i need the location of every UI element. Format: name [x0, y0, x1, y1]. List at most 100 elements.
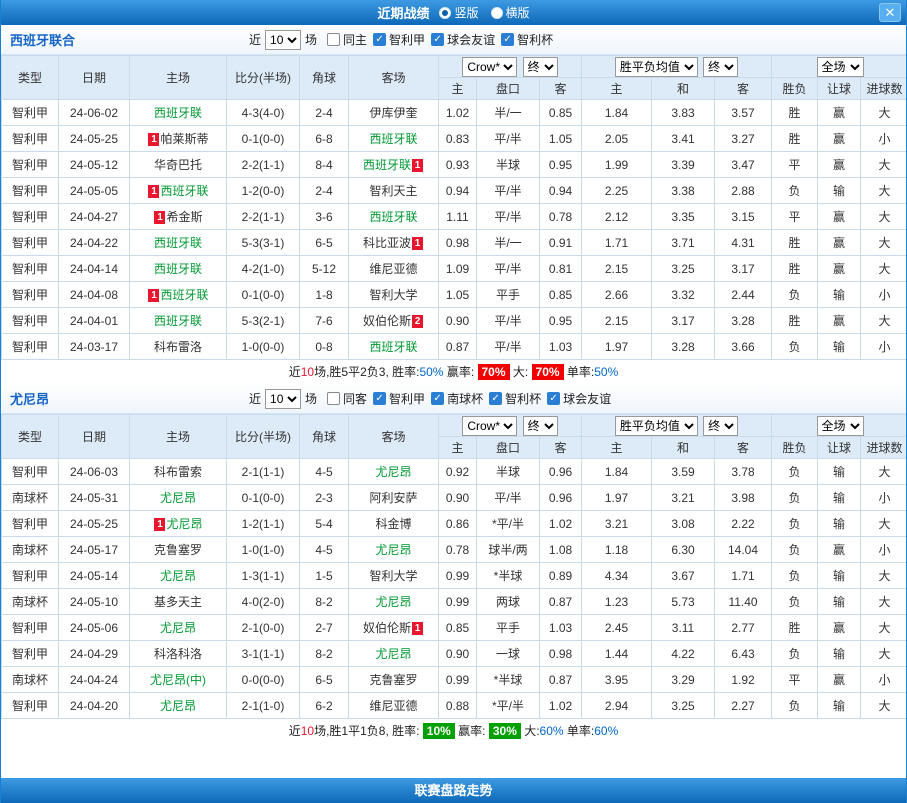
summary-line: 近10场,胜5平2负3, 胜率:50% 赢率: 70% 大: 70% 单率:50… [1, 360, 906, 384]
bookmaker-select[interactable]: Crow* [462, 57, 517, 77]
scope-select[interactable]: 全场 [817, 416, 864, 436]
team-name: 尤尼昂 [160, 621, 196, 635]
goals-result-label: 小 [861, 667, 907, 693]
radio-unselected-icon[interactable] [491, 7, 503, 19]
checkbox-checked-icon[interactable]: ✓ [373, 33, 386, 46]
filter-label: 球会友谊 [563, 390, 611, 407]
team-name: 西班牙联 [369, 340, 417, 354]
radio-vertical-layout[interactable]: 竖版 [439, 4, 478, 21]
filter-checkbox[interactable]: ✓智利杯 [501, 31, 553, 48]
league-badge: 智利甲 [2, 334, 59, 360]
odds-average-select[interactable]: 胜平负均值 [615, 57, 698, 77]
league-badge: 智利甲 [2, 100, 59, 126]
win-odds: 1.97 [582, 485, 652, 511]
filter-label: 智利杯 [517, 31, 553, 48]
goals-result-label: 小 [861, 537, 907, 563]
home-team-cell: 1帕莱斯蒂 [130, 126, 227, 152]
result-label: 负 [772, 485, 818, 511]
filter-label: 南球杯 [447, 390, 483, 407]
ah-line: 平/半 [477, 334, 540, 360]
away-team-cell: 西班牙联 [349, 204, 439, 230]
score-cell: 4-3(4-0) [227, 100, 300, 126]
score-cell: 2-1(0-0) [227, 615, 300, 641]
score-cell: 1-3(1-1) [227, 563, 300, 589]
handicap-result-label: 赢 [818, 204, 861, 230]
checkbox-checked-icon[interactable]: ✓ [501, 33, 514, 46]
win-odds: 1.23 [582, 589, 652, 615]
lose-odds: 2.22 [715, 511, 772, 537]
summary-segment: 近 [289, 724, 301, 738]
1x2-time-select[interactable]: 终 [703, 57, 738, 77]
lose-odds: 3.66 [715, 334, 772, 360]
col-op-draw: 和 [652, 437, 715, 459]
col-type: 类型 [2, 56, 59, 100]
filter-checkbox[interactable]: ✓智利杯 [489, 390, 541, 407]
ah-home-odds: 0.94 [439, 178, 477, 204]
ah-line: 半/一 [477, 100, 540, 126]
league-handicap-trend-bar[interactable]: 联赛盘路走势 [1, 778, 906, 803]
summary-segment: 场,胜1平1负8, 胜率: [314, 724, 423, 738]
lose-odds: 2.44 [715, 282, 772, 308]
recent-count-select[interactable]: 10 [265, 389, 301, 409]
radio-horizontal-layout[interactable]: 横版 [491, 4, 530, 21]
ah-away-odds: 0.96 [540, 485, 582, 511]
handicap-time-select[interactable]: 终 [523, 416, 558, 436]
odds-average-select[interactable]: 胜平负均值 [615, 416, 698, 436]
corner-cell: 6-5 [300, 667, 349, 693]
home-team-cell: 西班牙联 [130, 308, 227, 334]
corner-cell: 5-4 [300, 511, 349, 537]
close-button[interactable]: ✕ [879, 3, 901, 22]
win-odds: 1.84 [582, 459, 652, 485]
score-cell: 0-0(0-0) [227, 667, 300, 693]
goals-result-label: 小 [861, 126, 907, 152]
filter-label: 同客 [343, 390, 367, 407]
score-cell: 1-0(1-0) [227, 537, 300, 563]
ah-line: 平/半 [477, 308, 540, 334]
col-op-home: 主 [582, 437, 652, 459]
match-row: 智利甲24-05-251帕莱斯蒂0-1(0-0)6-8西班牙联0.83平/半1.… [2, 126, 907, 152]
bookmaker-select[interactable]: Crow* [462, 416, 517, 436]
red-card-badge: 1 [412, 159, 423, 172]
result-label: 负 [772, 334, 818, 360]
checkbox-checked-icon[interactable]: ✓ [431, 392, 444, 405]
checkbox-unchecked-icon[interactable] [327, 33, 340, 46]
result-label: 平 [772, 152, 818, 178]
filter-checkbox[interactable]: 同主 [327, 31, 367, 48]
checkbox-checked-icon[interactable]: ✓ [373, 392, 386, 405]
red-card-badge: 1 [148, 289, 159, 302]
filter-checkbox[interactable]: ✓南球杯 [431, 390, 483, 407]
radio-label: 竖版 [454, 4, 478, 21]
checkbox-checked-icon[interactable]: ✓ [489, 392, 502, 405]
radio-selected-icon[interactable] [439, 7, 451, 19]
1x2-time-select[interactable]: 终 [703, 416, 738, 436]
draw-odds: 3.71 [652, 230, 715, 256]
filter-checkbox[interactable]: 同客 [327, 390, 367, 407]
draw-odds: 3.83 [652, 100, 715, 126]
recent-count-select[interactable]: 10 [265, 30, 301, 50]
summary-segment: 60% [594, 724, 618, 738]
handicap-time-select[interactable]: 终 [523, 57, 558, 77]
away-team-cell: 科比亚波1 [349, 230, 439, 256]
checkbox-unchecked-icon[interactable] [327, 392, 340, 405]
col-ah-home: 主 [439, 78, 477, 100]
team-name: 尤尼昂 [375, 595, 411, 609]
team-name: 尤尼昂 [160, 699, 196, 713]
result-label: 平 [772, 667, 818, 693]
filter-checkbox[interactable]: ✓智利甲 [373, 31, 425, 48]
col-date: 日期 [59, 56, 130, 100]
summary-segment: 赢率: [455, 724, 489, 738]
score-cell: 1-2(0-0) [227, 178, 300, 204]
match-date: 24-04-20 [59, 693, 130, 719]
away-team-cell: 伊库伊奎 [349, 100, 439, 126]
ah-home-odds: 0.88 [439, 693, 477, 719]
filter-checkbox[interactable]: ✓球会友谊 [431, 31, 495, 48]
scope-select[interactable]: 全场 [817, 57, 864, 77]
checkbox-checked-icon[interactable]: ✓ [431, 33, 444, 46]
filter-checkbox[interactable]: ✓球会友谊 [547, 390, 611, 407]
checkbox-checked-icon[interactable]: ✓ [547, 392, 560, 405]
filter-checkbox[interactable]: ✓智利甲 [373, 390, 425, 407]
match-date: 24-05-14 [59, 563, 130, 589]
draw-odds: 6.30 [652, 537, 715, 563]
ah-away-odds: 0.98 [540, 641, 582, 667]
league-badge: 智利甲 [2, 641, 59, 667]
